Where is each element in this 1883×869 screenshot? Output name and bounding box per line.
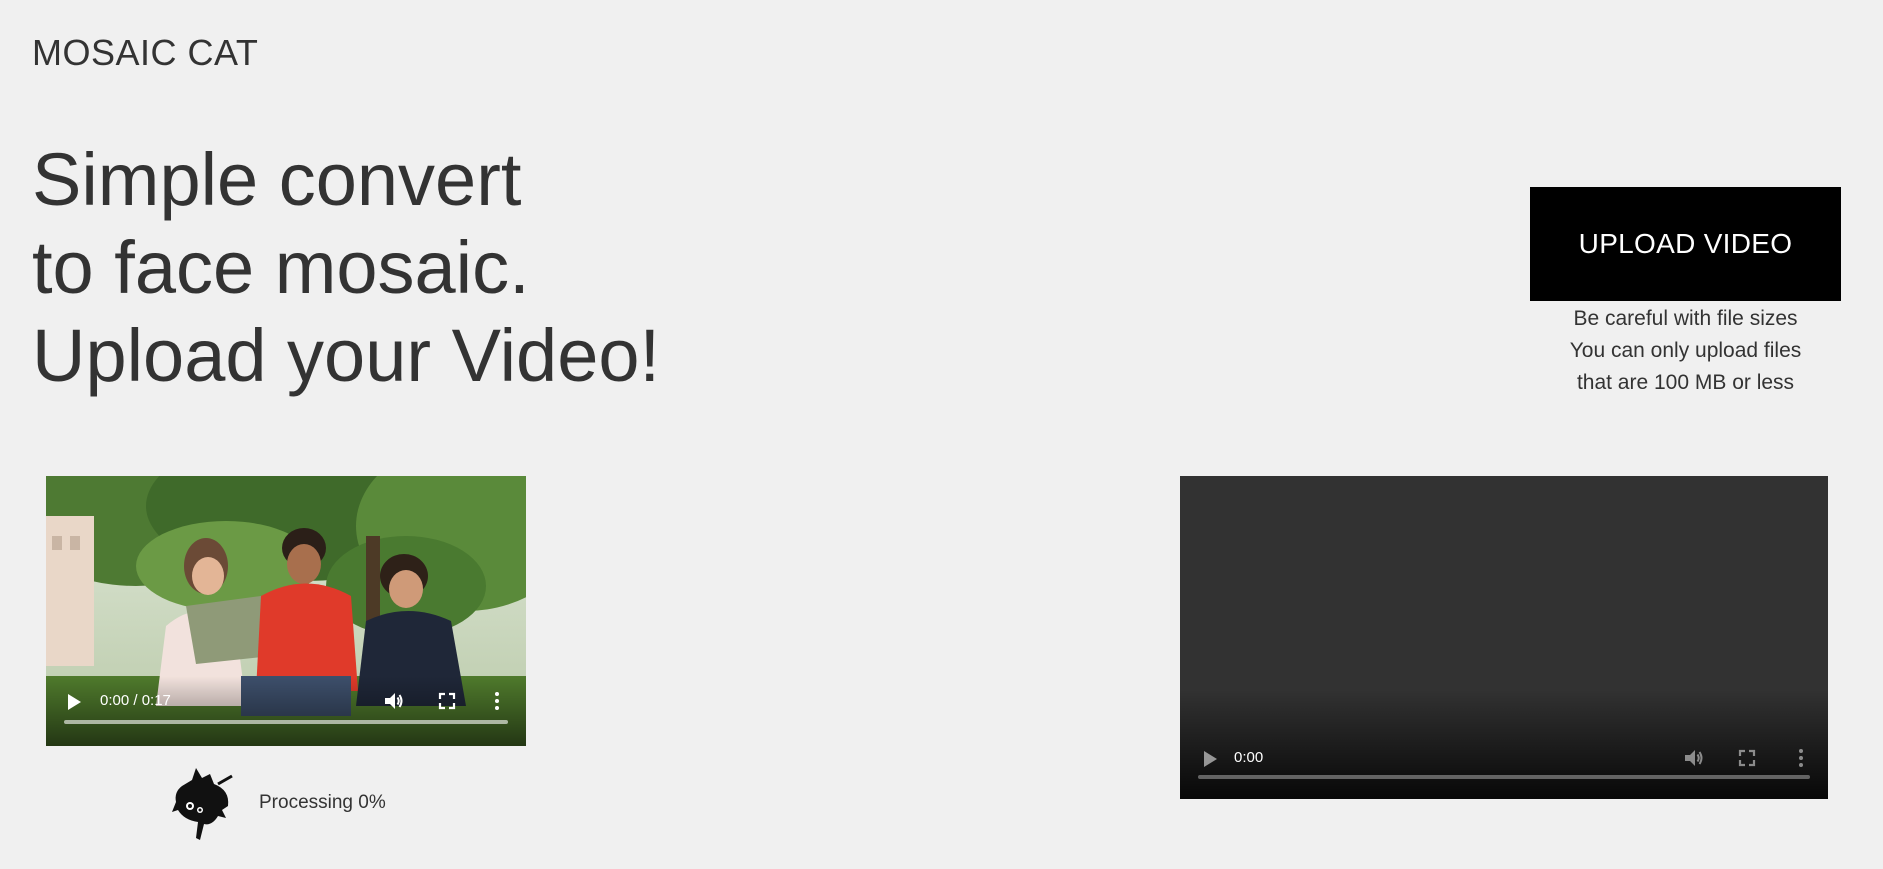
result-video-progress[interactable]	[1198, 775, 1810, 779]
result-video-time: 0:00	[1234, 749, 1264, 766]
volume-icon[interactable]	[382, 690, 404, 712]
brand-logo[interactable]: MOSAIC CAT	[32, 32, 258, 74]
more-options-icon[interactable]	[1790, 747, 1812, 769]
more-options-icon[interactable]	[486, 690, 508, 712]
play-icon[interactable]	[64, 692, 84, 712]
upload-video-button[interactable]: UPLOAD VIDEO	[1530, 187, 1841, 301]
hero-line-2: to face mosaic.	[32, 226, 530, 309]
processing-status: Processing 0%	[170, 766, 430, 842]
hero-heading: Simple convert to face mosaic. Upload yo…	[32, 136, 660, 400]
page: MOSAIC CAT Simple convert to face mosaic…	[0, 0, 1883, 869]
upload-notice: Be careful with file sizes You can only …	[1530, 303, 1841, 399]
cat-icon	[172, 768, 233, 840]
processing-status-text: Processing 0%	[259, 792, 386, 813]
volume-icon[interactable]	[1682, 747, 1704, 769]
notice-line-3: that are 100 MB or less	[1576, 371, 1795, 394]
notice-line-2: You can only upload files	[1569, 339, 1802, 362]
play-icon[interactable]	[1200, 749, 1220, 769]
fullscreen-icon[interactable]	[1736, 747, 1758, 769]
fullscreen-icon[interactable]	[436, 690, 458, 712]
source-video-time: 0:00 / 0:17	[100, 692, 171, 709]
hero-line-3: Upload your Video!	[32, 314, 661, 397]
notice-line-1: Be careful with file sizes	[1573, 307, 1798, 330]
hero-line-1: Simple convert	[32, 138, 522, 221]
source-video-player[interactable]: 0:00 / 0:17	[46, 476, 526, 746]
result-video-player[interactable]: 0:00	[1180, 476, 1828, 799]
source-video-progress[interactable]	[64, 720, 508, 724]
source-video-controls: 0:00 / 0:17	[46, 676, 526, 746]
result-video-controls: 0:00	[1180, 689, 1828, 799]
